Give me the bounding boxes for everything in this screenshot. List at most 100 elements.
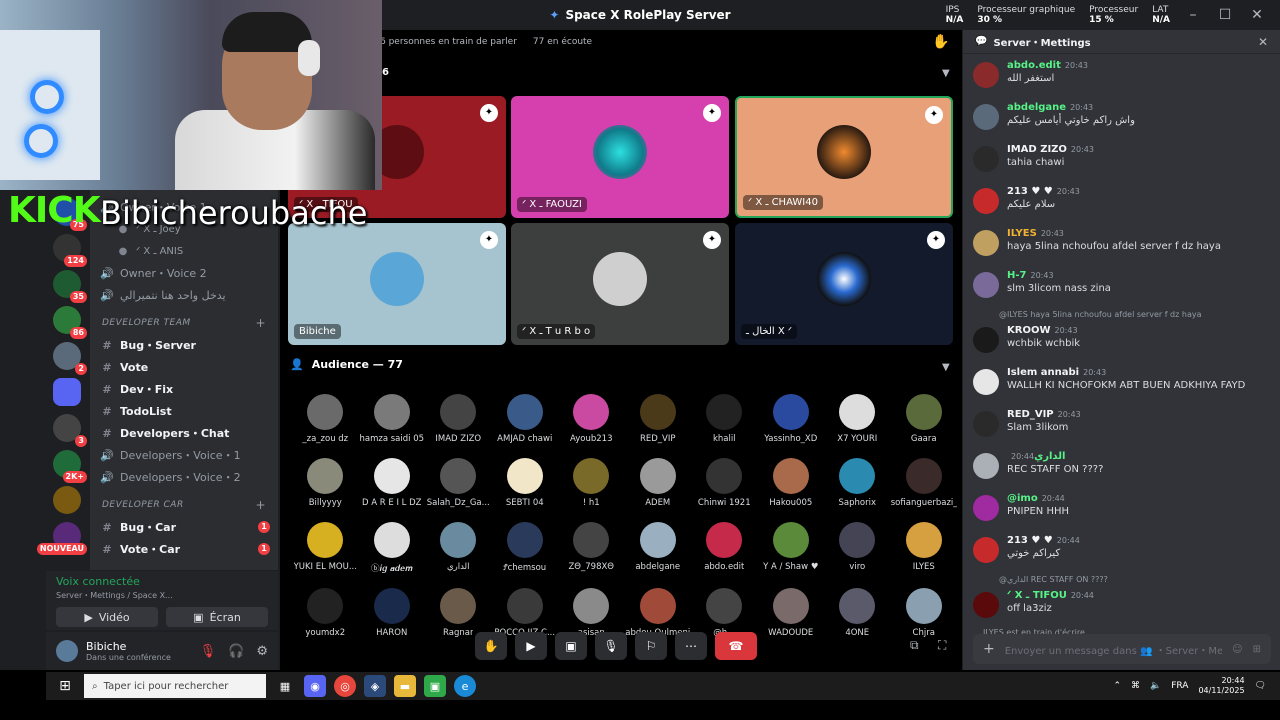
- message-author[interactable]: abdelgane 20:43: [1007, 102, 1135, 113]
- category-developer-car[interactable]: DEVELOPER CAR +: [90, 494, 278, 516]
- plus-icon[interactable]: +: [983, 641, 995, 657]
- server-icon[interactable]: 124: [53, 234, 87, 267]
- audience-member[interactable]: Ragnar: [425, 588, 492, 638]
- mic-muted-icon[interactable]: 🎙: [200, 644, 217, 659]
- audience-member[interactable]: Billyyyy: [292, 458, 359, 508]
- audience-member[interactable]: abdelgane: [625, 522, 692, 574]
- speaker-tile[interactable]: ✦ الخال ـ X ᐟ: [735, 223, 953, 345]
- server-icon[interactable]: 2K+: [53, 450, 87, 483]
- chat-message[interactable]: IMAD ZIZO 20:43 tahia chawi: [963, 144, 1280, 180]
- server-icon[interactable]: NOUVEAU: [36, 522, 87, 555]
- server-icon[interactable]: 2: [53, 342, 87, 375]
- server-icon[interactable]: [53, 486, 81, 514]
- pin-icon[interactable]: ✦: [927, 231, 945, 249]
- audience-member[interactable]: X7 YOURI: [824, 394, 891, 444]
- pin-icon[interactable]: ✦: [703, 104, 721, 122]
- avatar[interactable]: [973, 272, 999, 298]
- audience-member[interactable]: D A R E I L DZ: [359, 458, 426, 508]
- channel-developers-voice-2[interactable]: 🔊 Developers・Voice・2: [90, 466, 278, 488]
- chat-message[interactable]: ILYES 20:43 haya 5lina nchoufou afdel serv…: [963, 228, 1280, 264]
- chat-message[interactable]: KROOW 20:43 wchbik wchbik: [963, 325, 1280, 361]
- audience-member[interactable]: الداري: [425, 522, 492, 574]
- chevron-down-icon[interactable]: ▼: [942, 68, 950, 79]
- message-author[interactable]: ILYES 20:43: [1007, 228, 1221, 239]
- message-author[interactable]: 213 ♥ ♥ 20:43: [1007, 186, 1080, 197]
- audience-member[interactable]: YUKI EL MOU...: [292, 522, 359, 574]
- app-icon[interactable]: ◈: [364, 675, 386, 697]
- message-author[interactable]: abdo.edit 20:43: [1007, 60, 1088, 71]
- audience-member[interactable]: Y A / Shaw ♥: [758, 522, 825, 574]
- audience-member[interactable]: Hakou005: [758, 458, 825, 508]
- app-icon[interactable]: ▣: [424, 675, 446, 697]
- pin-icon[interactable]: ✦: [703, 231, 721, 249]
- audience-member[interactable]: Ayoub213: [558, 394, 625, 444]
- windows-start-icon[interactable]: ⊞: [54, 678, 76, 694]
- chat-message[interactable]: @imo 20:44 PNIPEN HHH: [963, 493, 1280, 529]
- avatar[interactable]: [973, 537, 999, 563]
- add-channel-icon[interactable]: +: [255, 316, 266, 330]
- chat-message[interactable]: Islem annabi 20:43 WALLH KI NCHOFOKM ABT B…: [963, 367, 1280, 403]
- audience-member[interactable]: Chjra: [891, 588, 958, 638]
- avatar[interactable]: [973, 369, 999, 395]
- message-input[interactable]: + Envoyer un message dans 👥 ・Server・Mett…: [973, 634, 1271, 664]
- message-author[interactable]: IMAD ZIZO 20:43: [1007, 144, 1094, 155]
- audience-member[interactable]: RED_VIP: [625, 394, 692, 444]
- chat-message[interactable]: الداري20:44 REC STAFF ON ????: [963, 451, 1280, 487]
- close-icon[interactable]: ✕: [1258, 35, 1268, 49]
- raise-hand-button[interactable]: ✋: [475, 632, 507, 660]
- channel-bug-server[interactable]: # Bug・Server: [90, 334, 278, 356]
- close-icon[interactable]: ✕: [1248, 7, 1266, 23]
- server-icon[interactable]: 3: [53, 414, 87, 447]
- chat-message[interactable]: ᐟ X ـ TIFOU 20:44 off la3ziz: [963, 590, 1280, 626]
- audience-member[interactable]: ⓑ𝒊𝒈 𝒂𝒅𝒆𝒎: [359, 522, 426, 574]
- pin-icon[interactable]: ✦: [480, 104, 498, 122]
- message-author[interactable]: Islem annabi 20:43: [1007, 367, 1245, 378]
- chat-message[interactable]: abdelgane 20:43 واش راكم خاوتي أيامس عليكم: [963, 102, 1280, 138]
- language-indicator[interactable]: FRA: [1171, 681, 1188, 691]
- avatar[interactable]: [973, 453, 999, 479]
- audience-member[interactable]: ! h1: [558, 458, 625, 508]
- audience-member[interactable]: Gaara: [891, 394, 958, 444]
- chrome-icon[interactable]: ◎: [334, 675, 356, 697]
- screen-share-button[interactable]: ▣: [555, 632, 587, 660]
- emoji-icon[interactable]: ☺: [1232, 644, 1242, 655]
- edge-icon[interactable]: e: [454, 675, 476, 697]
- audience-member[interactable]: POCCO IIZ C...: [492, 588, 559, 638]
- audience-member[interactable]: ADEM: [625, 458, 692, 508]
- audience-member[interactable]: _za_zou dz: [292, 394, 359, 444]
- avatar[interactable]: [973, 411, 999, 437]
- chat-message[interactable]: RED_VIP 20:43 Slam 3likom: [963, 409, 1280, 445]
- message-author[interactable]: ᐟ X ـ TIFOU 20:44: [1007, 590, 1094, 601]
- channel-todolist[interactable]: # TodoList: [90, 400, 278, 422]
- folder-icon[interactable]: [53, 378, 81, 406]
- chevron-up-icon[interactable]: ⌃: [1113, 681, 1121, 691]
- fullscreen-icon[interactable]: ⛶: [938, 638, 946, 653]
- audience-member[interactable]: Salah_Dz_Ga...: [425, 458, 492, 508]
- voice-channel-arabic[interactable]: 🔊 يدخل واحد هنا نتميرالي: [90, 284, 278, 306]
- audience-member[interactable]: Saphorix: [824, 458, 891, 508]
- activities-button[interactable]: ⚐: [635, 632, 667, 660]
- apps-icon[interactable]: ⊞: [1253, 644, 1261, 655]
- reply-preview[interactable]: @ILYES haya 5lina nchoufou afdel server …: [963, 310, 1280, 319]
- speaker-tile[interactable]: ✦ ᐟ X ـ T u R b o: [511, 223, 729, 345]
- popout-icon[interactable]: ⧉: [910, 638, 919, 653]
- avatar[interactable]: [973, 592, 999, 618]
- avatar[interactable]: [973, 104, 999, 130]
- audience-member[interactable]: youmdx2: [292, 588, 359, 638]
- audience-member[interactable]: WADOUDE: [758, 588, 825, 638]
- disconnect-button[interactable]: ☎: [715, 632, 757, 660]
- raise-hand-icon[interactable]: ✋: [932, 34, 949, 50]
- taskbar-search[interactable]: ⌕ Taper ici pour rechercher: [84, 674, 266, 698]
- speaker-tile[interactable]: ✦ ᐟ X ـ CHAWI40: [735, 96, 953, 218]
- channel-bug-car[interactable]: # Bug・Car 1: [90, 516, 278, 538]
- headphones-icon[interactable]: 🎧: [228, 644, 244, 659]
- audience-member[interactable]: khalil: [691, 394, 758, 444]
- screen-share-button[interactable]: ▣ Écran: [166, 607, 268, 627]
- chat-message[interactable]: 213 ♥ ♥ 20:43 سلام عليكم: [963, 186, 1280, 222]
- minimize-icon[interactable]: –: [1184, 7, 1202, 23]
- message-author[interactable]: الداري20:44: [1007, 451, 1103, 462]
- speaker-tile[interactable]: ✦ ᐟ X ـ FAOUZI: [511, 96, 729, 218]
- audience-member[interactable]: HARON: [359, 588, 426, 638]
- mic-off-button[interactable]: 🎙: [595, 632, 627, 660]
- audience-member[interactable]: @h...: [691, 588, 758, 638]
